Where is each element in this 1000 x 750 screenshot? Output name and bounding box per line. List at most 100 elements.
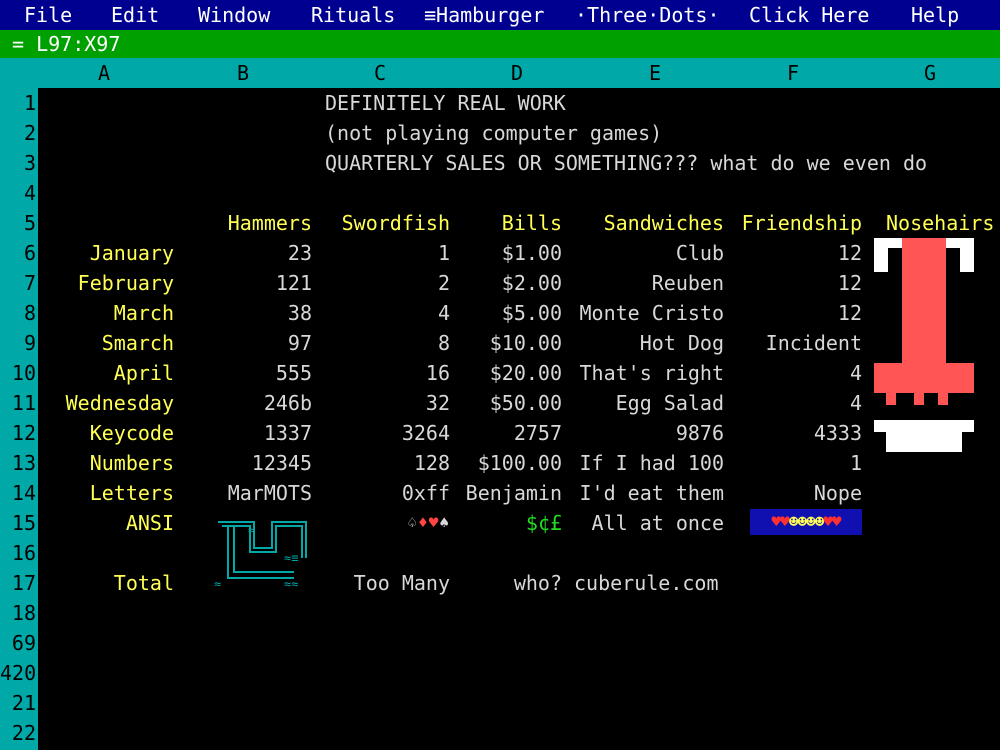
- sandwiches-cell[interactable]: All at once: [574, 508, 724, 538]
- row-header[interactable]: 10: [0, 358, 38, 388]
- row-header[interactable]: 8: [0, 298, 38, 328]
- row-header[interactable]: 15: [0, 508, 38, 538]
- column-header-f[interactable]: F: [737, 58, 849, 88]
- cell-reference[interactable]: = L97:X97: [12, 30, 120, 58]
- hammers-cell[interactable]: 38: [174, 298, 312, 328]
- hammers-cell[interactable]: 246b: [174, 388, 312, 418]
- menu-edit[interactable]: Edit: [111, 0, 159, 30]
- column-header-a[interactable]: A: [48, 58, 160, 88]
- row-header[interactable]: 11: [0, 388, 38, 418]
- friendship-cell[interactable]: Nope: [724, 478, 862, 508]
- friendship-cell[interactable]: 12: [724, 238, 862, 268]
- bills-cell[interactable]: $50.00: [450, 388, 562, 418]
- hammers-cell[interactable]: 555: [174, 358, 312, 388]
- bills-cell[interactable]: $2.00: [450, 268, 562, 298]
- currency-symbols-cell[interactable]: $¢£: [450, 508, 562, 538]
- header-friendship[interactable]: Friendship: [724, 208, 862, 238]
- row-label[interactable]: ANSI: [38, 508, 174, 538]
- row-header[interactable]: 12: [0, 418, 38, 448]
- swordfish-cell[interactable]: 16: [312, 358, 450, 388]
- menu-hamburger[interactable]: ≡Hamburger: [424, 0, 544, 30]
- swordfish-cell[interactable]: 2: [312, 268, 450, 298]
- column-header-b[interactable]: B: [187, 58, 299, 88]
- friendship-cell[interactable]: 1: [724, 448, 862, 478]
- menu-rituals[interactable]: Rituals: [311, 0, 395, 30]
- title-cell[interactable]: DEFINITELY REAL WORK: [325, 88, 566, 118]
- spreadsheet-grid[interactable]: DEFINITELY REAL WORK (not playing comput…: [38, 88, 1000, 750]
- bills-cell[interactable]: $5.00: [450, 298, 562, 328]
- friendship-hearts-smileys-cell[interactable]: ♥♥☻☻☻☻♥♥: [750, 509, 862, 535]
- row-header[interactable]: 6: [0, 238, 38, 268]
- sandwiches-cell[interactable]: If I had 100: [574, 448, 725, 478]
- subtitle-cell[interactable]: (not playing computer games): [325, 118, 662, 148]
- friendship-cell[interactable]: 4: [724, 388, 862, 418]
- hammers-cell[interactable]: 12345: [174, 448, 312, 478]
- header-bills[interactable]: Bills: [450, 208, 562, 238]
- row-header[interactable]: 18: [0, 598, 38, 628]
- row-header[interactable]: 1: [0, 88, 38, 118]
- menu-click-here[interactable]: Click Here: [749, 0, 869, 30]
- sandwiches-cell[interactable]: Monte Cristo: [574, 298, 725, 328]
- row-label[interactable]: Smarch: [38, 328, 174, 358]
- friendship-cell[interactable]: 12: [724, 298, 862, 328]
- row-header[interactable]: 7: [0, 268, 38, 298]
- row-header[interactable]: 2: [0, 118, 38, 148]
- formula-bar[interactable]: = L97:X97: [0, 30, 1000, 58]
- friendship-cell[interactable]: Incident: [724, 328, 862, 358]
- column-header-d[interactable]: D: [461, 58, 573, 88]
- swordfish-cell[interactable]: Too Many: [312, 568, 450, 598]
- bills-cell[interactable]: $20.00: [450, 358, 562, 388]
- menu-file[interactable]: File: [24, 0, 72, 30]
- row-header[interactable]: 3: [0, 148, 38, 178]
- row-label[interactable]: January: [38, 238, 174, 268]
- sandwiches-cell[interactable]: That's right: [574, 358, 725, 388]
- row-label[interactable]: Keycode: [38, 418, 174, 448]
- header-nosehairs[interactable]: Nosehairs: [886, 208, 994, 238]
- swordfish-cell[interactable]: 4: [312, 298, 450, 328]
- column-header-g[interactable]: G: [874, 58, 986, 88]
- row-label[interactable]: Letters: [38, 478, 174, 508]
- header-sandwiches[interactable]: Sandwiches: [574, 208, 724, 238]
- swordfish-cell[interactable]: 0xff: [312, 478, 450, 508]
- row-header[interactable]: 420: [0, 658, 38, 688]
- swordfish-cell[interactable]: 32: [312, 388, 450, 418]
- bills-cell[interactable]: $100.00: [450, 448, 562, 478]
- row-header[interactable]: 21: [0, 688, 38, 718]
- row-header[interactable]: 9: [0, 328, 38, 358]
- bills-cell[interactable]: Benjamin: [450, 478, 562, 508]
- row-label[interactable]: March: [38, 298, 174, 328]
- column-header-c[interactable]: C: [324, 58, 436, 88]
- hammers-cell[interactable]: 23: [174, 238, 312, 268]
- bills-cell[interactable]: 2757: [450, 418, 562, 448]
- sandwiches-cell[interactable]: Egg Salad: [574, 388, 724, 418]
- friendship-cell[interactable]: 4: [724, 358, 862, 388]
- row-header[interactable]: 69: [0, 628, 38, 658]
- row-label[interactable]: April: [38, 358, 174, 388]
- sandwiches-cell[interactable]: 9876: [574, 418, 724, 448]
- sandwiches-cell[interactable]: Club: [574, 238, 724, 268]
- column-header-e[interactable]: E: [599, 58, 711, 88]
- hammers-cell[interactable]: 121: [174, 268, 312, 298]
- sandwiches-cell[interactable]: I'd eat them: [574, 478, 725, 508]
- row-label[interactable]: Total: [38, 568, 174, 598]
- menu-help[interactable]: Help: [911, 0, 959, 30]
- card-suits-cell[interactable]: ♤♦♥♠: [312, 508, 450, 538]
- hammers-cell[interactable]: MarMOTS: [174, 478, 312, 508]
- header-swordfish[interactable]: Swordfish: [312, 208, 450, 238]
- row-header[interactable]: 17: [0, 568, 38, 598]
- swordfish-cell[interactable]: 1: [312, 238, 450, 268]
- bills-cell[interactable]: who?: [450, 568, 562, 598]
- swordfish-cell[interactable]: 128: [312, 448, 450, 478]
- row-header[interactable]: 4: [0, 178, 38, 208]
- header-hammers[interactable]: Hammers: [174, 208, 312, 238]
- row-header[interactable]: 14: [0, 478, 38, 508]
- row-header[interactable]: 22: [0, 718, 38, 748]
- hammers-cell[interactable]: 97: [174, 328, 312, 358]
- row-label[interactable]: Numbers: [38, 448, 174, 478]
- swordfish-cell[interactable]: 8: [312, 328, 450, 358]
- swordfish-cell[interactable]: 3264: [312, 418, 450, 448]
- hammers-cell[interactable]: 1337: [174, 418, 312, 448]
- row-label[interactable]: February: [38, 268, 174, 298]
- subtitle-cell[interactable]: QUARTERLY SALES OR SOMETHING??? what do …: [325, 148, 927, 178]
- bills-cell[interactable]: $1.00: [450, 238, 562, 268]
